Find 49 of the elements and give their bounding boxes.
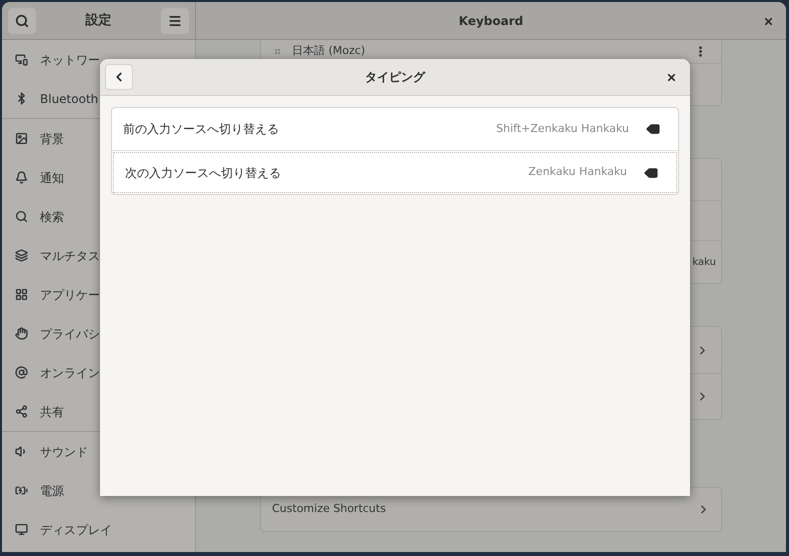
menu-button[interactable] (161, 8, 189, 34)
sidebar-item[interactable]: サウンド (40, 442, 88, 460)
shortcut-accel: Zenkaku Hankaku (528, 164, 627, 180)
bluetooth-icon (15, 92, 28, 105)
shortcut-accel: Shift+Zenkaku Hankaku (496, 120, 629, 137)
customize-shortcuts-link[interactable]: Customize Shortcuts (272, 501, 386, 518)
at-sign-icon (15, 366, 28, 379)
menu-icon (168, 14, 182, 28)
sidebar-item[interactable]: マルチタス (40, 246, 100, 264)
layers-icon (15, 249, 28, 262)
shortcut-label: 前の入力ソースへ切り替える (123, 121, 280, 138)
search-button[interactable] (8, 8, 36, 34)
close-icon (666, 72, 676, 82)
shortcut-row[interactable]: 前の入力ソースへ切り替える Shift+Zenkaku Hankaku (112, 108, 678, 151)
search-icon (15, 210, 28, 223)
search-icon (15, 14, 29, 28)
sidebar-item[interactable]: 通知 (40, 168, 64, 186)
shortcut-label: 次の入力ソースへ切り替える (125, 164, 282, 182)
battery-icon (15, 484, 28, 497)
sidebar-item[interactable]: 電源 (40, 482, 64, 500)
window-title: Keyboard (458, 12, 524, 30)
monitor-icon (15, 523, 28, 536)
sidebar-item[interactable]: Bluetooth (40, 90, 98, 108)
dialog-title: タイピング (365, 69, 425, 86)
shortcut-reading: kaku (692, 256, 716, 270)
sidebar-item[interactable]: ディスプレイ (40, 520, 112, 538)
backspace-icon (646, 122, 660, 136)
sidebar-item[interactable]: 共有 (40, 402, 64, 420)
drag-handle-icon[interactable] (275, 49, 280, 54)
sidebar-item[interactable]: 背景 (40, 130, 64, 148)
input-source: 日本語 (Mozc) (292, 43, 366, 60)
hand-icon (15, 327, 28, 340)
sidebar-item[interactable]: アプリケー (40, 286, 100, 304)
sidebar-item[interactable]: プライバシ (40, 324, 100, 342)
sidebar-item[interactable]: 検索 (40, 208, 64, 226)
shortcut-row[interactable]: 次の入力ソースへ切り替える Zenkaku Hankaku (113, 152, 677, 193)
bell-icon (15, 171, 28, 184)
share-icon (15, 405, 28, 418)
speaker-icon (15, 445, 28, 458)
image-icon (15, 132, 28, 145)
back-button[interactable] (105, 64, 133, 90)
grid-icon (15, 288, 28, 301)
sidebar-item[interactable]: ネットワー (40, 50, 100, 68)
sidebar-title: 設定 (86, 12, 112, 30)
sidebar-item[interactable]: オンライン (40, 364, 100, 382)
close-icon (762, 16, 774, 26)
clear-shortcut-button[interactable] (645, 121, 661, 137)
backspace-icon (644, 166, 658, 180)
network-icon (15, 53, 28, 66)
